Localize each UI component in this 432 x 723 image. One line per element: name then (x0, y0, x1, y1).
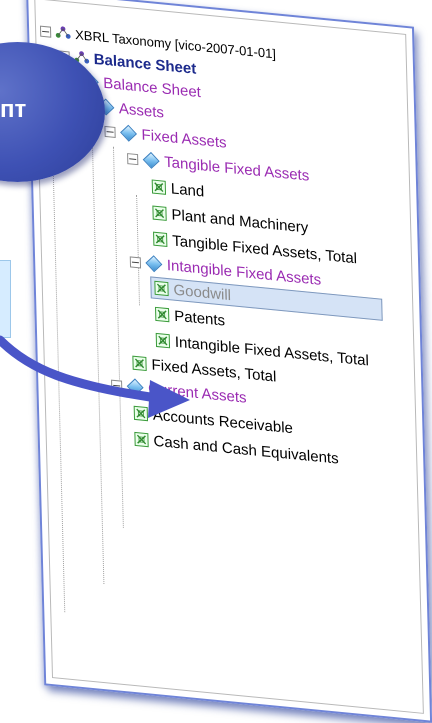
arrow-shaft (0, 335, 155, 402)
pointer-arrow (0, 335, 190, 418)
arrow-head (148, 380, 190, 418)
screenshot-scene: XBRL Taxonomy [vico-2007-01-01] Balance … (0, 0, 432, 723)
